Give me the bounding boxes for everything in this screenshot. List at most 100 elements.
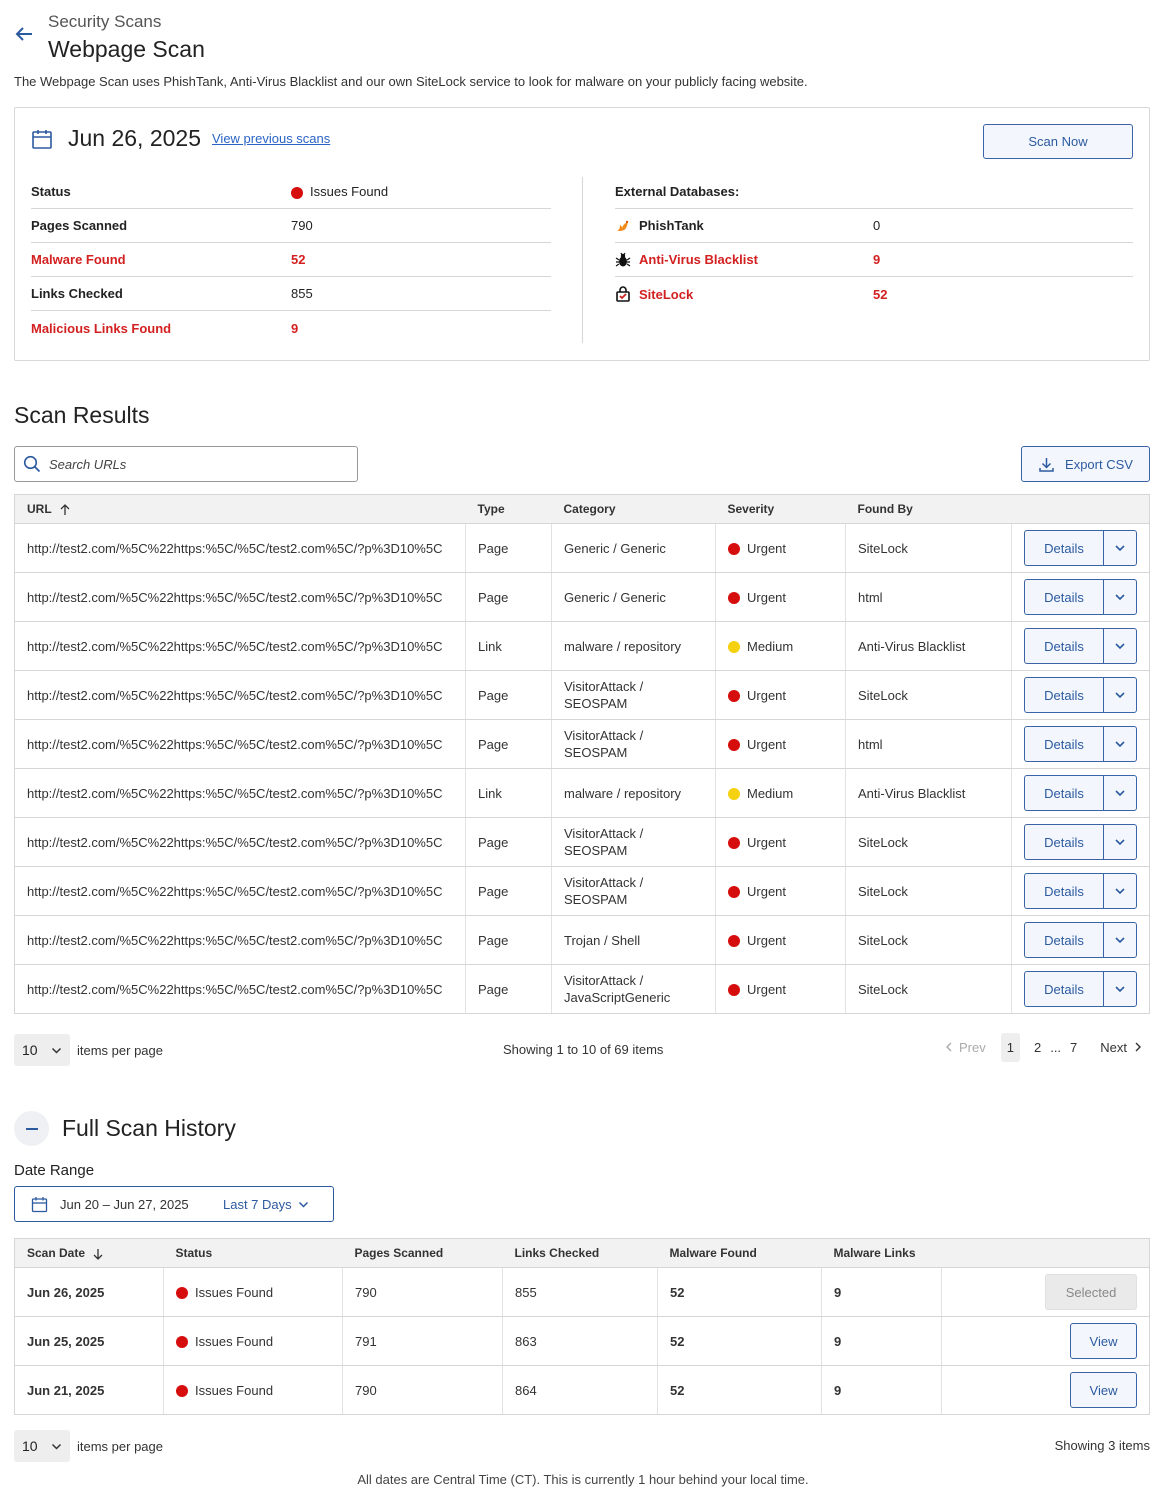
details-button[interactable]: Details [1025, 874, 1104, 908]
db-value: 52 [873, 286, 888, 302]
details-menu-toggle[interactable] [1104, 776, 1136, 810]
details-button[interactable]: Details [1025, 825, 1104, 859]
category-cell: Generic / Generic [551, 523, 716, 573]
db-value: 9 [873, 252, 881, 267]
full-scan-history-heading: Full Scan History [62, 1115, 236, 1141]
date-range-preset[interactable]: Last 7 Days [223, 1197, 309, 1212]
chevron-down-icon [1115, 741, 1125, 748]
severity-text: Urgent [747, 736, 787, 752]
column-header-links-checked[interactable]: Links Checked [502, 1238, 658, 1268]
date-range-label: Date Range [14, 1162, 95, 1179]
db-row-antivirus: Anti-Virus Blacklist 9 [615, 243, 1133, 277]
details-menu-toggle[interactable] [1104, 531, 1136, 565]
next-page-button[interactable]: Next [1100, 1040, 1142, 1055]
summary-row-pages: Pages Scanned 790 [31, 209, 551, 243]
column-header-scan-date[interactable]: Scan Date [14, 1238, 164, 1268]
history-per-page-select[interactable]: 10 [14, 1430, 70, 1462]
external-databases-label: External Databases: [615, 184, 740, 199]
column-header-url[interactable]: URL [14, 494, 466, 524]
details-button[interactable]: Details [1025, 972, 1104, 1006]
table-header-row: Scan Date Status Pages Scanned Links Che… [14, 1238, 1150, 1268]
details-button[interactable]: Details [1025, 776, 1104, 810]
summary-row-status: Status Issues Found [31, 175, 551, 209]
details-menu-toggle[interactable] [1104, 727, 1136, 761]
column-header-status[interactable]: Status [163, 1238, 343, 1268]
column-header-category[interactable]: Category [551, 494, 716, 524]
summary-value: 855 [291, 286, 313, 301]
summary-value: 9 [291, 320, 299, 336]
view-button[interactable]: View [1070, 1323, 1137, 1359]
details-menu-toggle[interactable] [1104, 629, 1136, 663]
chevron-down-icon [1115, 986, 1125, 993]
download-icon [1039, 457, 1054, 472]
summary-label: Status [31, 184, 71, 199]
table-row: http://test2.com/%5C%22https:%5C/%5C/tes… [14, 817, 1150, 867]
category-cell: VisitorAttack / SEOSPAM [551, 719, 716, 769]
details-menu-toggle[interactable] [1104, 678, 1136, 712]
export-csv-button[interactable]: Export CSV [1021, 446, 1150, 482]
column-header-severity[interactable]: Severity [715, 494, 846, 524]
type-cell: Page [465, 915, 552, 965]
details-button[interactable]: Details [1025, 629, 1104, 663]
type-cell: Page [465, 670, 552, 720]
scan-now-button[interactable]: Scan Now [983, 124, 1133, 159]
column-header-pages-scanned[interactable]: Pages Scanned [342, 1238, 503, 1268]
chevron-down-icon [1115, 594, 1125, 601]
breadcrumb[interactable]: Security Scans [48, 12, 161, 32]
chevron-down-icon [1115, 692, 1125, 699]
severity-cell: Urgent [715, 572, 846, 622]
page-7-button[interactable]: 7 [1070, 1040, 1077, 1055]
search-urls-field[interactable] [14, 446, 358, 482]
results-per-page-select[interactable]: 10 [14, 1034, 70, 1066]
details-button[interactable]: Details [1025, 531, 1104, 565]
details-menu-toggle[interactable] [1104, 825, 1136, 859]
column-header-actions [1011, 494, 1150, 524]
back-arrow-icon[interactable] [12, 22, 36, 46]
severity-dot-icon [728, 886, 740, 899]
prev-page-button[interactable]: Prev [945, 1040, 986, 1055]
column-header-malware-links[interactable]: Malware Links [821, 1238, 942, 1268]
severity-cell: Urgent [715, 866, 846, 916]
view-previous-scans-link[interactable]: View previous scans [212, 131, 330, 146]
details-split-button: Details [1024, 922, 1137, 958]
results-count: Showing 1 to 10 of 69 items [503, 1042, 664, 1057]
page-1-button[interactable]: 1 [1000, 1033, 1020, 1062]
malware-cell: 52 [657, 1365, 822, 1415]
details-menu-toggle[interactable] [1104, 972, 1136, 1006]
table-row: Jun 26, 2025 Issues Found 790 855 52 9 Selecte… [14, 1267, 1150, 1317]
category-cell: VisitorAttack / SEOSPAM [551, 817, 716, 867]
category-cell: Trojan / Shell [551, 915, 716, 965]
details-button[interactable]: Details [1025, 923, 1104, 957]
details-button[interactable]: Details [1025, 678, 1104, 712]
severity-cell: Urgent [715, 719, 846, 769]
table-row: Jun 21, 2025 Issues Found 790 864 52 9 View [14, 1365, 1150, 1415]
column-header-malware-found[interactable]: Malware Found [657, 1238, 822, 1268]
details-menu-toggle[interactable] [1104, 874, 1136, 908]
phishtank-icon [617, 220, 629, 231]
chevron-down-icon [1115, 888, 1125, 895]
severity-text: Urgent [747, 883, 787, 899]
db-value: 0 [873, 218, 881, 233]
collapse-history-button[interactable] [14, 1111, 49, 1146]
column-header-found-by[interactable]: Found By [845, 494, 1012, 524]
severity-dot-icon [728, 641, 740, 654]
search-input[interactable] [49, 456, 339, 472]
scan-summary-card: Jun 26, 2025 View previous scans Scan No… [14, 107, 1150, 361]
summary-label: Malicious Links Found [31, 320, 172, 336]
column-header-type[interactable]: Type [465, 494, 552, 524]
severity-text: Urgent [747, 981, 787, 997]
details-button[interactable]: Details [1025, 580, 1104, 614]
url-cell: http://test2.com/%5C%22https:%5C/%5C/tes… [14, 670, 466, 720]
details-menu-toggle[interactable] [1104, 580, 1136, 614]
details-menu-toggle[interactable] [1104, 923, 1136, 957]
sort-descending-icon [93, 1248, 103, 1260]
date-range-value: Jun 20 – Jun 27, 2025 [60, 1196, 189, 1212]
scan-results-heading: Scan Results [14, 402, 150, 428]
view-button[interactable]: View [1070, 1372, 1137, 1408]
details-button[interactable]: Details [1025, 727, 1104, 761]
severity-dot-icon [728, 788, 740, 801]
minus-icon [25, 1127, 38, 1130]
date-range-picker[interactable]: Jun 20 – Jun 27, 2025 Last 7 Days [14, 1186, 334, 1222]
page-2-button[interactable]: 2 [1034, 1040, 1041, 1055]
chevron-left-icon [946, 1042, 952, 1052]
